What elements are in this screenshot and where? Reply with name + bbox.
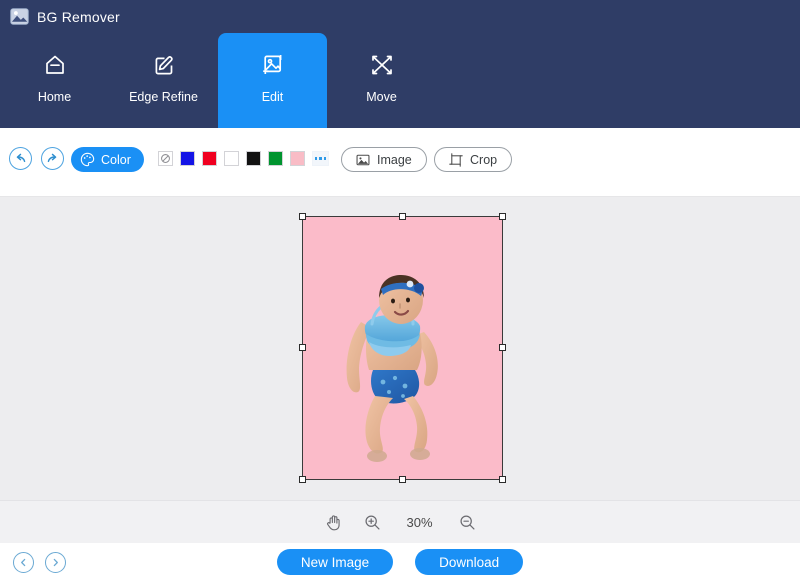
footer-actions: New Image Download [0, 549, 800, 575]
nav-label-edit: Edit [261, 90, 284, 104]
ellipsis-icon [314, 157, 318, 160]
resize-handle-middle-right[interactable] [499, 344, 506, 351]
zoom-in-icon[interactable] [364, 514, 381, 531]
zoom-toolbar: 30% [0, 500, 800, 543]
undo-arrow-icon [16, 153, 26, 163]
editor-canvas[interactable] [0, 197, 800, 500]
history-controls [9, 147, 64, 170]
resize-handle-top-right[interactable] [499, 213, 506, 220]
resize-handle-bottom-center[interactable] [398, 476, 406, 483]
subject-image [346, 275, 438, 462]
pen-square-icon [155, 56, 173, 75]
image-button-label: Image [377, 152, 412, 167]
zoom-out-icon[interactable] [459, 514, 476, 531]
artboard[interactable] [299, 213, 506, 483]
more-colors-button[interactable] [312, 151, 329, 166]
swatch-blue[interactable] [180, 151, 195, 166]
color-button[interactable]: Color [71, 147, 144, 172]
ellipsis-icon [323, 157, 327, 160]
hand-tool-icon[interactable] [325, 514, 342, 531]
app-title: BG Remover [37, 8, 120, 25]
redo-button[interactable] [41, 147, 64, 170]
home-icon [45, 55, 64, 74]
crop-button[interactable]: Crop [434, 147, 513, 172]
app-header: BG Remover Home Edge Refine Edit Move [0, 0, 800, 128]
nav-item-edge-refine[interactable]: Edge Refine [109, 33, 218, 128]
swatch-pink[interactable] [290, 151, 305, 166]
resize-handle-bottom-left[interactable] [299, 476, 306, 483]
image-icon [356, 154, 370, 165]
image-button[interactable]: Image [341, 147, 427, 172]
nav-label-move: Move [366, 90, 397, 104]
nav-label-edge-refine: Edge Refine [129, 90, 198, 104]
swatch-white[interactable] [224, 151, 239, 166]
image-photo-icon [10, 8, 29, 25]
palette-icon [80, 152, 95, 167]
nav-item-edit[interactable]: Edit [218, 33, 327, 128]
ellipsis-icon [319, 157, 322, 160]
zoom-level: 30% [406, 514, 433, 530]
swatch-red[interactable] [202, 151, 217, 166]
crop-icon [449, 152, 463, 167]
resize-handle-bottom-right[interactable] [499, 476, 506, 483]
swatch-green[interactable] [268, 151, 283, 166]
no-color-icon [161, 154, 170, 163]
redo-arrow-icon [47, 153, 57, 163]
swatch-none[interactable] [158, 151, 173, 166]
picture-frame-icon [262, 55, 281, 74]
download-button[interactable]: Download [415, 549, 524, 575]
app-footer: New Image Download [0, 543, 800, 581]
nav-item-home[interactable]: Home [0, 33, 109, 128]
resize-handle-middle-left[interactable] [299, 344, 306, 351]
move-arrows-icon [371, 55, 392, 75]
nav-item-move[interactable]: Move [327, 33, 436, 128]
undo-button[interactable] [9, 147, 32, 170]
bg-remover-app: BG Remover Home Edge Refine Edit Move Co… [0, 0, 800, 581]
new-image-button[interactable]: New Image [276, 549, 394, 575]
resize-handle-top-left[interactable] [299, 213, 306, 220]
swatch-black[interactable] [246, 151, 261, 166]
main-nav: Home Edge Refine Edit Move [0, 33, 436, 128]
color-button-label: Color [101, 152, 131, 167]
brand: BG Remover [10, 7, 120, 26]
resize-handle-top-center[interactable] [398, 213, 406, 220]
nav-label-home: Home [37, 90, 72, 104]
crop-button-label: Crop [470, 152, 498, 167]
color-swatches [158, 151, 329, 166]
